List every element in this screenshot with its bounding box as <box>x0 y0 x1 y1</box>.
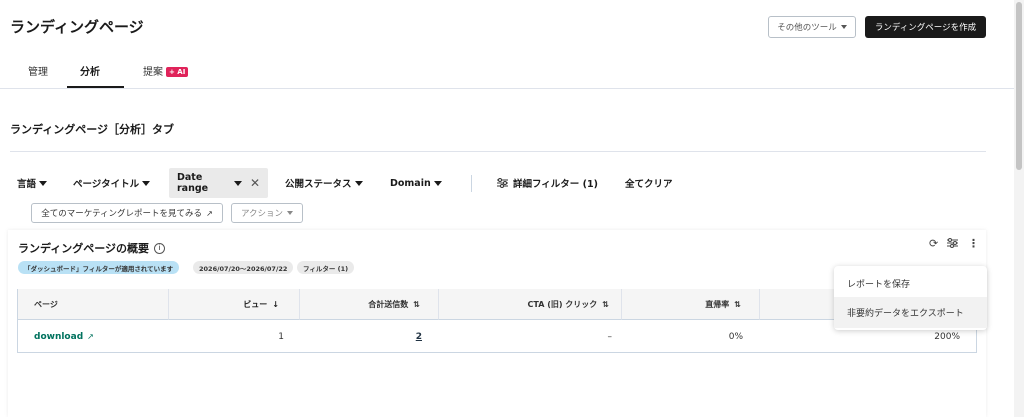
filter-domain[interactable]: Domain <box>390 168 442 198</box>
tab-divider <box>0 88 1024 89</box>
menu-item-export[interactable]: 非要約データをエクスポート <box>834 297 987 328</box>
caret-down-icon <box>433 180 442 186</box>
sort-down-icon: ↓ <box>272 299 279 309</box>
tab-suggestions[interactable]: 提案 + AI <box>143 63 189 78</box>
filter-date-range-label: Date range <box>177 172 209 194</box>
refresh-icon[interactable]: ⟳ <box>929 237 938 250</box>
sort-icon: ⇅ <box>413 299 420 309</box>
column-header-cta[interactable]: CTA (旧) クリック ⇅ <box>439 289 622 320</box>
sort-icon: ⇅ <box>602 299 609 309</box>
other-tools-button[interactable]: その他のツール <box>768 16 856 38</box>
filter-status-label: 公開ステータス <box>285 179 352 190</box>
column-header-views[interactable]: ビュー ↓ <box>169 289 300 320</box>
caret-down-icon <box>142 180 151 186</box>
page-title: ランディングページ <box>10 18 144 36</box>
actions-dropdown-label: アクション <box>240 209 284 219</box>
ai-badge: + AI <box>166 67 189 77</box>
tab-analyze[interactable]: 分析 <box>80 63 100 78</box>
column-header-page[interactable]: ページ <box>18 289 169 320</box>
marketing-reports-button[interactable]: 全てのマーケティングレポートを見てみる ↗ <box>31 203 223 223</box>
column-views-label: ビュー <box>243 299 268 309</box>
dashboard-filter-pill[interactable]: 「ダッシュボード」フィルターが適用されています <box>18 261 180 274</box>
chevron-down-icon <box>287 211 294 215</box>
column-header-submissions[interactable]: 合計送信数 ⇅ <box>300 289 439 320</box>
filter-language[interactable]: 言語 <box>17 168 48 198</box>
table-row-page[interactable]: download ↗ <box>34 321 94 352</box>
more-options-icon[interactable]: ⋮ <box>968 237 979 250</box>
filter-date-range[interactable]: Date range ✕ <box>169 168 268 198</box>
caret-down-icon <box>39 180 48 186</box>
close-icon[interactable]: ✕ <box>250 176 260 190</box>
external-link-icon: ↗ <box>87 332 94 341</box>
filter-domain-label: Domain <box>390 177 431 189</box>
date-range-pill[interactable]: 2026/07/20〜2026/07/22 <box>193 261 294 274</box>
filter-page-title-label: ページタイトル <box>73 179 140 190</box>
submissions-link[interactable]: 2 <box>416 332 422 342</box>
filter-count-pill[interactable]: フィルター (1) <box>297 261 355 274</box>
advanced-filters-label: 詳細フィルター (1) <box>513 179 598 190</box>
cell-cta: – <box>607 331 613 342</box>
advanced-filters-button[interactable]: 詳細フィルター (1) <box>497 168 598 198</box>
sort-icon: ⇅ <box>734 299 741 309</box>
filter-page-title[interactable]: ページタイトル <box>73 168 151 198</box>
section-divider <box>10 151 986 152</box>
filter-publish-status[interactable]: 公開ステータス <box>285 168 363 198</box>
cell-submissions[interactable]: 2 <box>300 321 422 352</box>
caret-down-icon <box>354 180 363 186</box>
section-title: ランディングページ［分析］タブ <box>10 123 175 136</box>
column-cta-label: CTA (旧) クリック <box>527 299 598 309</box>
create-landing-page-button[interactable]: ランディングページを作成 <box>865 16 986 38</box>
info-icon[interactable]: i <box>154 242 166 254</box>
tab-suggestions-label: 提案 <box>143 67 163 78</box>
column-bounce-label: 直帰率 <box>705 299 730 309</box>
filter-separator <box>471 175 472 192</box>
settings-sliders-icon[interactable] <box>947 238 958 251</box>
chevron-down-icon <box>840 25 847 29</box>
clear-all-button[interactable]: 全てクリア <box>625 168 673 198</box>
external-link-icon: ↗ <box>206 208 213 218</box>
caret-down-icon <box>233 180 242 186</box>
menu-item-save-report[interactable]: レポートを保存 <box>834 268 987 299</box>
filter-language-label: 言語 <box>17 179 37 190</box>
cell-bounce: 0% <box>728 331 743 342</box>
other-tools-label: その他のツール <box>777 23 837 33</box>
column-submissions-label: 合計送信数 <box>368 299 409 309</box>
column-header-bounce[interactable]: 直帰率 ⇅ <box>622 289 760 320</box>
panel-title-text: ランディングページの概要 <box>18 242 150 255</box>
panel-title: ランディングページの概要 i <box>18 240 166 256</box>
scrollbar-thumb[interactable] <box>1016 2 1022 170</box>
page-link[interactable]: download <box>34 332 83 342</box>
marketing-reports-label: 全てのマーケティングレポートを見てみる <box>41 209 203 219</box>
cell-views: 1 <box>278 331 284 342</box>
tab-manage[interactable]: 管理 <box>28 63 48 78</box>
actions-dropdown[interactable]: アクション <box>231 203 303 223</box>
sliders-icon <box>497 178 508 188</box>
